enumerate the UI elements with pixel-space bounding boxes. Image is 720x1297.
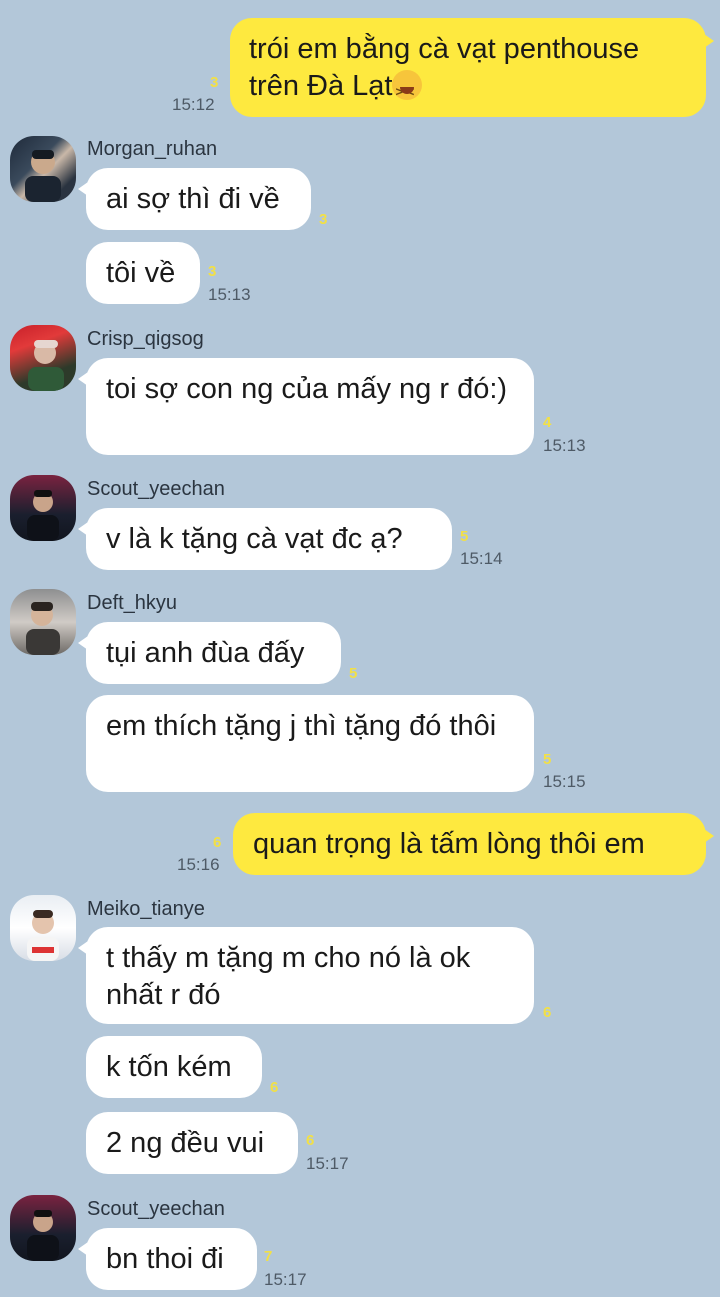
unread-count: 6 xyxy=(213,834,222,851)
incoming-message[interactable]: v là k tặng cà vạt đc ạ? xyxy=(78,508,452,570)
unread-count: 5 xyxy=(349,665,358,682)
incoming-message[interactable]: em thích tặng j thì tặng đó thôi xyxy=(86,695,534,792)
unread-count: 7 xyxy=(264,1248,273,1265)
message-text: v là k tặng cà vạt đc ạ? xyxy=(106,523,403,555)
laughing-emoji-icon xyxy=(392,70,423,110)
outgoing-message[interactable]: quan trọng là tấm lòng thôi em xyxy=(233,813,714,875)
sender-name: Scout_yeechan xyxy=(87,478,225,500)
timestamp: 15:15 xyxy=(543,772,586,791)
timestamp: 15:13 xyxy=(208,285,251,304)
message-text: toi sợ con ng của mấy ng r đó:) xyxy=(106,373,508,405)
message-text: t thấy m tặng m cho nó là ok nhất r đó xyxy=(106,942,471,1011)
incoming-message[interactable]: bn thoi đi xyxy=(78,1228,257,1290)
unread-count: 5 xyxy=(543,751,552,768)
unread-count: 3 xyxy=(208,263,217,280)
incoming-message[interactable]: tôi về xyxy=(86,242,200,304)
unread-count: 3 xyxy=(319,211,328,228)
message-text: bn thoi đi xyxy=(106,1243,224,1275)
message-text: trói em bằng cà vạt penthouse trên Đà Lạ… xyxy=(249,33,640,102)
unread-count: 6 xyxy=(543,1004,552,1021)
incoming-message[interactable]: t thấy m tặng m cho nó là ok nhất r đó xyxy=(78,927,534,1024)
player-avatar-icon xyxy=(25,150,61,202)
outgoing-message[interactable]: trói em bằng cà vạt penthouse trên Đà Lạ… xyxy=(230,18,714,117)
message-text: tụi anh đùa đấy xyxy=(106,637,305,669)
unread-count: 5 xyxy=(460,528,469,545)
avatar[interactable] xyxy=(10,325,76,391)
unread-count: 6 xyxy=(270,1079,279,1096)
sender-name: Scout_yeechan xyxy=(87,1198,225,1220)
message-text: ai sợ thì đi về xyxy=(106,183,280,215)
message-text: 2 ng đều vui xyxy=(106,1127,265,1159)
avatar[interactable] xyxy=(10,1195,76,1261)
timestamp: 15:12 xyxy=(172,95,215,114)
player-avatar-icon xyxy=(27,910,59,961)
message-text: k tốn kém xyxy=(106,1051,232,1083)
avatar[interactable] xyxy=(10,589,76,655)
message-text: tôi về xyxy=(106,257,176,289)
unread-count: 4 xyxy=(543,414,552,431)
timestamp: 15:17 xyxy=(306,1154,349,1173)
player-avatar-icon xyxy=(27,490,59,541)
timestamp: 15:14 xyxy=(460,549,503,568)
sender-name: Morgan_ruhan xyxy=(87,138,218,160)
message-text: em thích tặng j thì tặng đó thôi xyxy=(106,710,497,742)
timestamp: 15:17 xyxy=(264,1270,307,1289)
sender-name: Meiko_tianye xyxy=(87,898,205,920)
message-text: quan trọng là tấm lòng thôi em xyxy=(253,828,645,860)
unread-count: 6 xyxy=(306,1132,315,1149)
incoming-message[interactable]: k tốn kém xyxy=(86,1036,262,1098)
timestamp: 15:13 xyxy=(543,436,586,455)
incoming-message[interactable]: ai sợ thì đi về xyxy=(78,168,311,230)
incoming-message[interactable]: tụi anh đùa đấy xyxy=(78,622,341,684)
avatar[interactable] xyxy=(10,475,76,541)
player-avatar-icon xyxy=(28,340,64,391)
player-avatar-icon xyxy=(27,1210,59,1261)
avatar[interactable] xyxy=(10,895,76,961)
player-avatar-icon xyxy=(26,602,60,655)
incoming-message[interactable]: toi sợ con ng của mấy ng r đó:) xyxy=(78,358,534,455)
unread-count: 3 xyxy=(210,74,219,91)
incoming-message[interactable]: 2 ng đều vui xyxy=(86,1112,298,1174)
sender-name: Deft_hkyu xyxy=(87,592,178,614)
timestamp: 15:16 xyxy=(177,855,220,874)
avatar[interactable] xyxy=(10,136,76,202)
sender-name: Crisp_qigsog xyxy=(87,328,204,350)
